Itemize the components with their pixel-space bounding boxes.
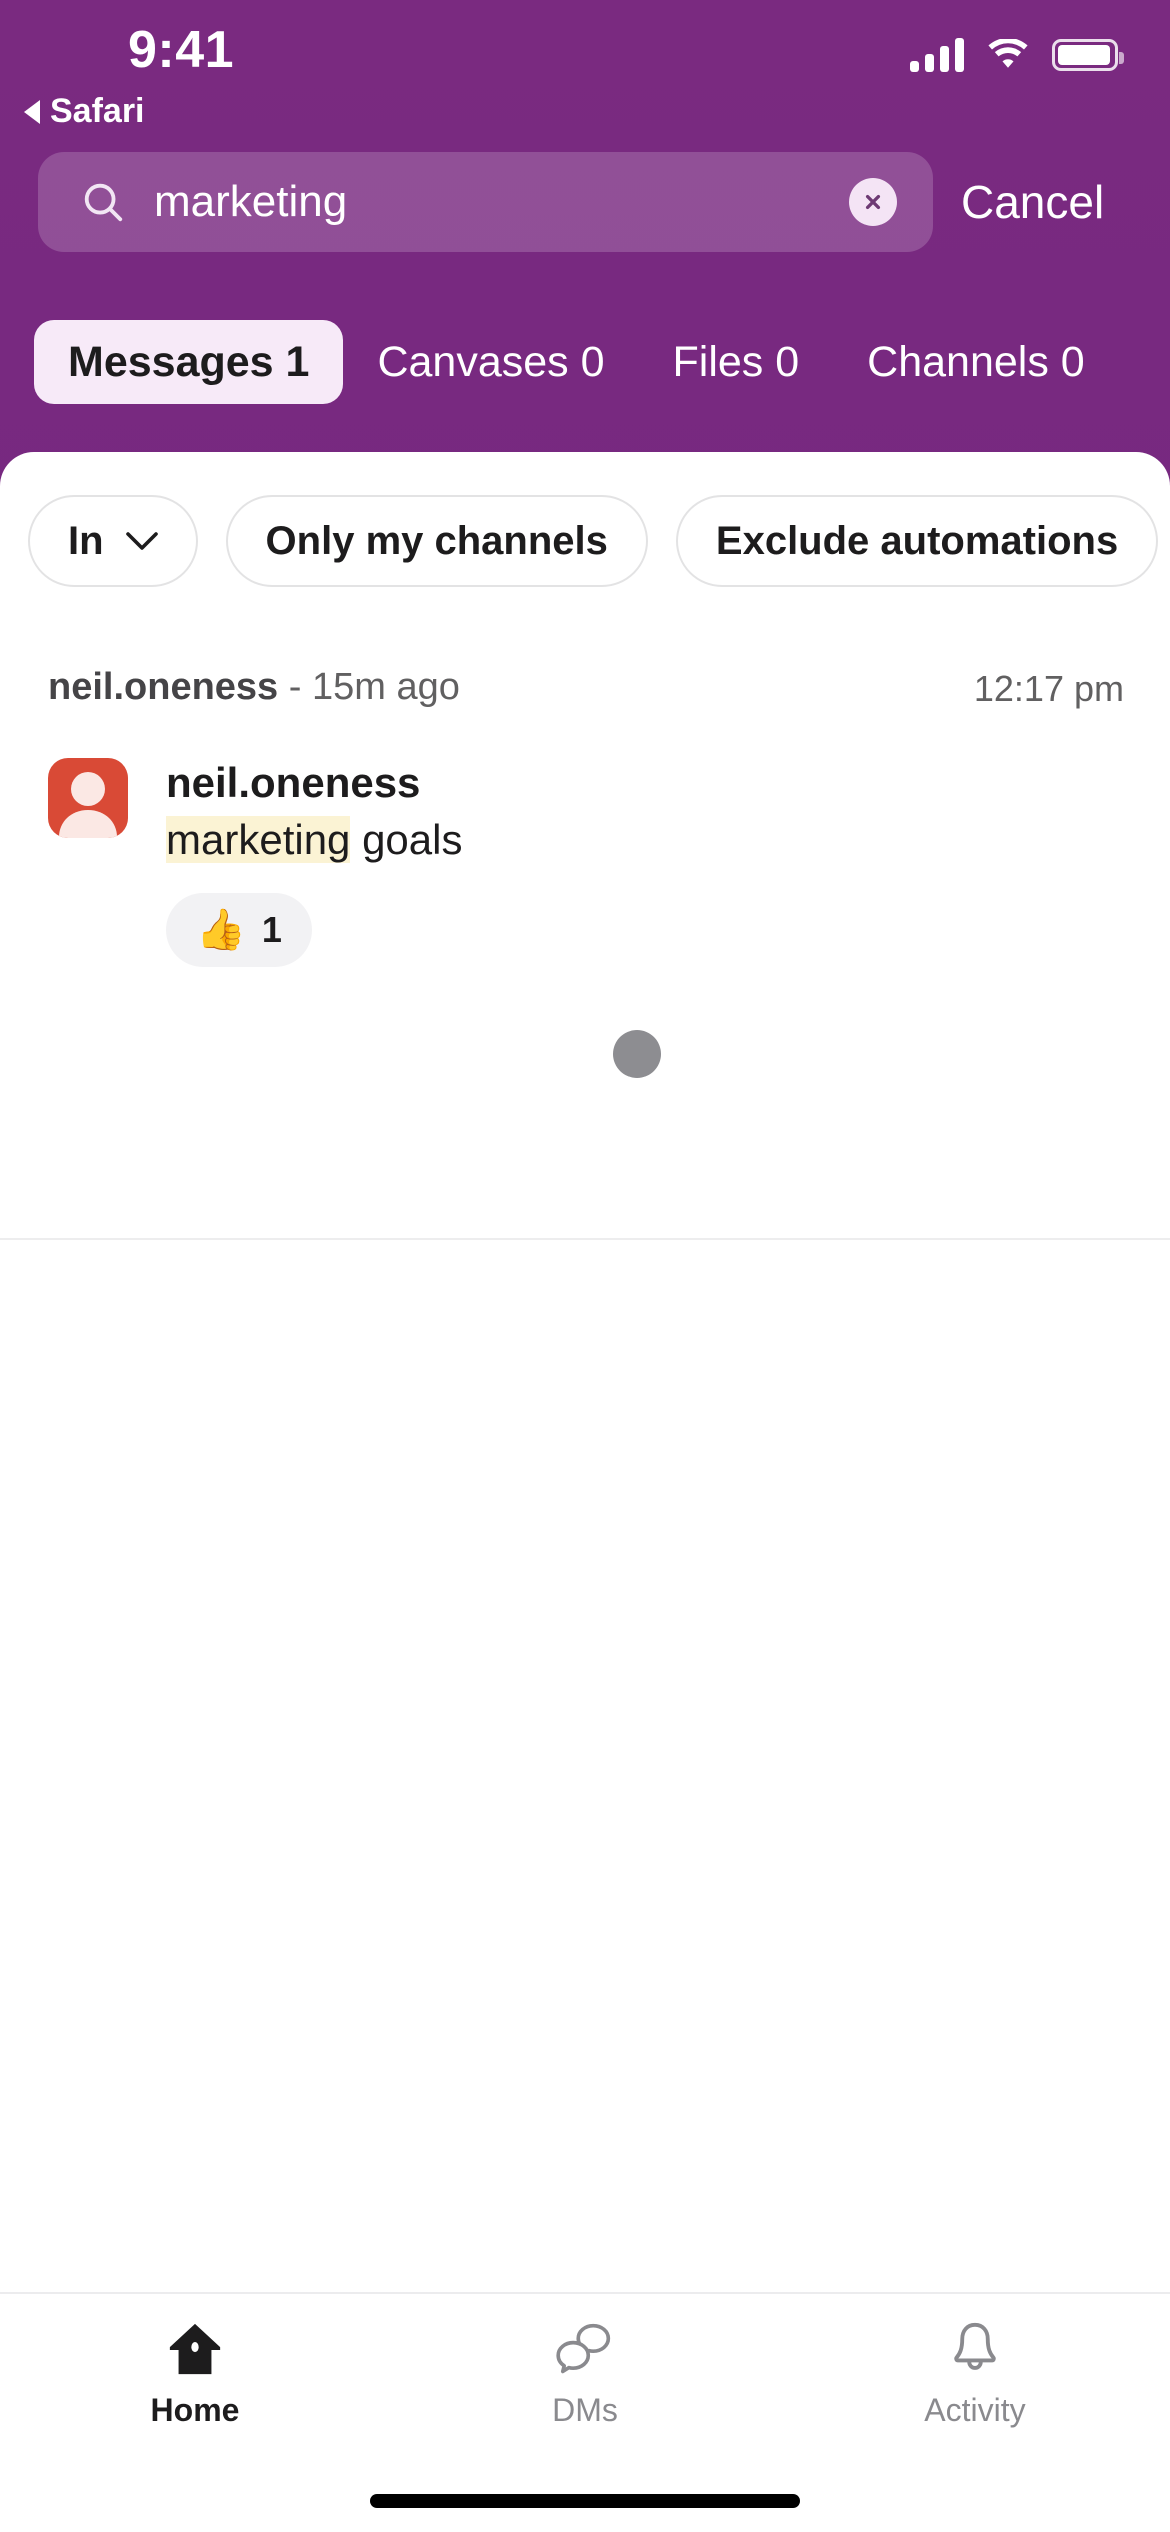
filter-chip-in-label: In [68, 518, 104, 563]
cellular-bars-icon [910, 38, 964, 72]
battery-full-icon [1052, 39, 1124, 71]
app-screen: 9:41 Safari marketing Cancel Messages 1 … [0, 0, 1170, 2532]
reaction-row: 👍 1 [166, 892, 462, 967]
dms-icon [556, 2323, 611, 2374]
nav-label-activity: Activity [924, 2392, 1026, 2428]
back-link-label: Safari [50, 92, 145, 130]
tab-channels[interactable]: Channels 0 [833, 320, 1119, 404]
back-to-safari-link[interactable]: Safari [24, 92, 145, 131]
touch-indicator [613, 1030, 661, 1078]
status-time: 9:41 [128, 21, 235, 79]
filter-chips-row: In Only my channels Exclude automations … [0, 486, 1170, 596]
reaction-count: 1 [261, 908, 282, 950]
wifi-icon [988, 39, 1028, 68]
home-indicator [370, 2494, 800, 2508]
result-divider [0, 1238, 1170, 1240]
status-bar: 9:41 [0, 0, 1170, 100]
tab-canvases[interactable]: Canvases 0 [343, 320, 638, 404]
filter-chip-in[interactable]: In [28, 495, 198, 587]
cancel-button[interactable]: Cancel [961, 175, 1104, 229]
user-avatar-icon [48, 758, 128, 838]
filter-chip-only-my-channels[interactable]: Only my channels [225, 495, 648, 587]
home-icon [169, 2323, 221, 2375]
search-input-value: marketing [154, 177, 348, 226]
message-highlight: marketing [166, 815, 351, 863]
clear-search-button[interactable] [849, 178, 897, 226]
result-text-block: neil.oneness marketing goals 👍 1 [166, 758, 462, 967]
tab-files[interactable]: Files 0 [639, 320, 834, 404]
nav-item-home[interactable]: Home [0, 2294, 390, 2532]
result-meta-suffix: - 15m ago [278, 666, 460, 708]
message-author: neil.oneness [166, 759, 421, 806]
status-indicators [910, 38, 1124, 72]
search-row: marketing Cancel [0, 148, 1170, 256]
result-timestamp: 12:17 pm [973, 668, 1124, 709]
result-header: neil.oneness - 15m ago 12:17 pm [0, 666, 1170, 728]
message-rest: goals [350, 815, 463, 863]
filter-chip-exclude-automations[interactable]: Exclude automations [675, 495, 1159, 587]
reaction-thumbsup[interactable]: 👍 1 [166, 892, 312, 967]
results-sheet: In Only my channels Exclude automations … [0, 452, 1170, 2292]
search-result-item[interactable]: neil.oneness - 15m ago 12:17 pm neil.one… [0, 666, 1170, 1240]
tab-messages[interactable]: Messages 1 [34, 320, 344, 404]
search-input[interactable]: marketing [38, 152, 933, 252]
close-icon [865, 194, 881, 210]
nav-label-dms: DMs [552, 2392, 618, 2428]
result-meta-author: neil.oneness [48, 666, 279, 708]
search-icon [84, 183, 123, 222]
result-meta: neil.oneness - 15m ago [48, 666, 460, 709]
message-text: marketing goals [166, 814, 462, 865]
search-result-tabs: Messages 1 Canvases 0 Files 0 Channels 0 [0, 312, 1170, 412]
nav-label-home: Home [150, 2392, 240, 2428]
result-body: neil.oneness marketing goals 👍 1 [0, 728, 1170, 967]
bell-icon [954, 2322, 996, 2370]
back-triangle-icon [24, 99, 40, 124]
nav-item-activity[interactable]: Activity [780, 2294, 1170, 2532]
chevron-down-icon [125, 532, 158, 550]
thumbs-up-icon: 👍 [196, 907, 246, 952]
